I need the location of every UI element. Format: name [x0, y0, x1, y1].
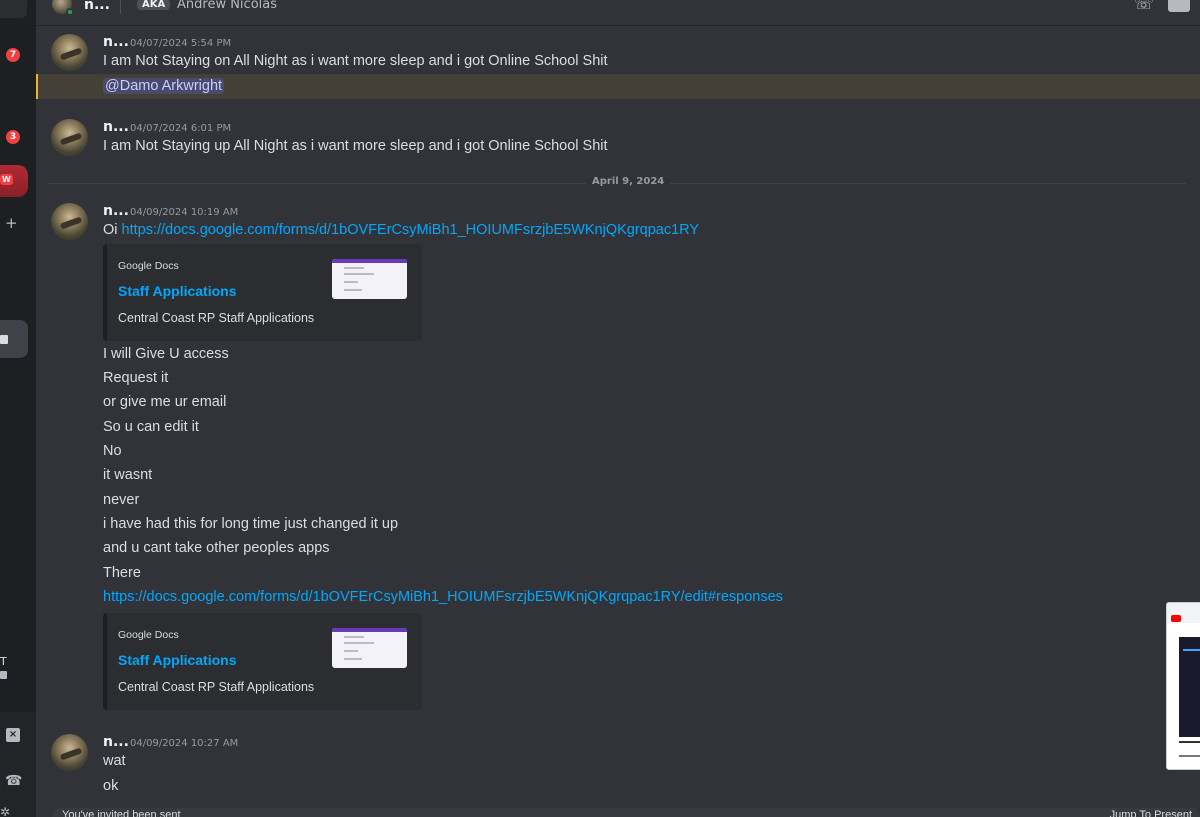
thumbnail-line	[344, 289, 362, 291]
avatar[interactable]	[51, 34, 88, 71]
user-mention[interactable]: @Damo Arkwright	[103, 78, 225, 94]
message-text: or give me ur email	[103, 394, 227, 410]
message-timestamp: 04/07/2024 6:01 PM	[130, 123, 232, 134]
message-text: I am Not Staying on All Night as i want …	[103, 53, 608, 69]
message-link[interactable]: https://docs.google.com/forms/d/1bOVFErC…	[122, 222, 700, 238]
embed-thumbnail[interactable]	[332, 259, 407, 299]
document-icon	[0, 671, 7, 679]
message-text: it wasnt	[103, 467, 153, 483]
new-badge: W	[0, 174, 13, 185]
message-composer[interactable]: You've invited been sent Jump To Present	[52, 808, 1200, 817]
pip-caption	[1179, 755, 1200, 757]
thumbnail-line	[344, 281, 358, 283]
dm-header: n... AKA Andrew Nicolas ☏	[36, 0, 1200, 26]
pip-video-frame[interactable]	[1179, 637, 1200, 737]
message-link[interactable]: https://docs.google.com/forms/d/1bOVFErC…	[103, 589, 783, 605]
unread-badge: 3	[6, 130, 20, 144]
document-icon	[0, 335, 8, 344]
avatar[interactable]	[51, 203, 88, 240]
voice-call-icon[interactable]: ☏	[1134, 0, 1154, 12]
message-text: I am Not Staying up All Night as i want …	[103, 138, 608, 154]
video-call-icon[interactable]	[1168, 0, 1190, 12]
message-timestamp: 04/07/2024 5:54 PM	[130, 38, 232, 49]
dm-username[interactable]: n...	[84, 0, 110, 13]
aka-name: Andrew Nicolas	[177, 0, 277, 12]
pip-caption	[1179, 741, 1200, 743]
embed-description: Central Coast RP Staff Applications	[118, 680, 315, 694]
youtube-icon	[1171, 615, 1181, 622]
thumbnail-line	[344, 650, 358, 652]
avatar[interactable]	[51, 119, 88, 156]
message-text: I will Give U access	[103, 346, 229, 362]
embed-provider[interactable]: Google Docs	[118, 260, 179, 272]
message-author[interactable]: n...	[103, 34, 129, 50]
thumbnail-line	[344, 658, 362, 660]
thumbnail-line	[344, 267, 364, 269]
embed-title[interactable]: Staff Applications	[118, 283, 237, 299]
embed-provider[interactable]: Google Docs	[118, 629, 179, 641]
thumbnail-line	[344, 273, 374, 275]
link-embed: Google Docs Staff Applications Central C…	[103, 613, 422, 710]
header-actions: ☏	[1134, 0, 1190, 12]
message-text: never	[103, 492, 140, 508]
message-author[interactable]: n...	[103, 734, 129, 750]
message-text: @Damo Arkwright	[103, 78, 225, 94]
hang-up-icon[interactable]: ☎	[5, 773, 22, 789]
embed-title[interactable]: Staff Applications	[118, 652, 237, 668]
pip-video-window[interactable]	[1166, 602, 1200, 770]
server-icon-new[interactable]: W	[0, 165, 28, 197]
message-timestamp: 04/09/2024 10:27 AM	[130, 738, 239, 749]
embed-thumbnail[interactable]	[332, 628, 407, 668]
online-status-icon	[66, 8, 74, 16]
gear-icon[interactable]: ✲	[0, 805, 10, 817]
embed-description: Central Coast RP Staff Applications	[118, 311, 315, 325]
composer-notice: You've invited been sent	[62, 809, 181, 817]
unread-badge: 7	[6, 48, 20, 62]
jump-to-present-button[interactable]: Jump To Present	[1110, 809, 1192, 817]
date-divider-label: April 9, 2024	[586, 176, 671, 187]
message-text: No	[103, 443, 122, 459]
rail-label: T	[0, 655, 7, 668]
message-text: and u cant take other peoples apps	[103, 540, 330, 556]
message-text: Request it	[103, 370, 169, 386]
server-rail: 7 3 W + T × ☎ ✲	[0, 0, 36, 817]
message-text: i have had this for long time just chang…	[103, 516, 399, 532]
rail-top-item[interactable]	[0, 0, 27, 18]
message-text: So u can edit it	[103, 419, 199, 435]
message-text: wat	[103, 753, 126, 769]
close-icon[interactable]: ×	[6, 728, 20, 742]
message-text: There	[103, 565, 141, 581]
message-prefix: Oi	[103, 222, 122, 238]
divider	[120, 0, 121, 14]
message-list: n... 04/07/2024 5:54 PM I am Not Staying…	[36, 26, 1200, 808]
link-embed: Google Docs Staff Applications Central C…	[103, 244, 422, 341]
message-text: ok	[103, 778, 119, 794]
thumbnail-line	[344, 636, 364, 638]
message-timestamp: 04/09/2024 10:19 AM	[130, 207, 239, 218]
add-server-icon[interactable]: +	[5, 214, 18, 232]
active-dm-item[interactable]	[0, 320, 28, 358]
thumbnail-line	[344, 642, 374, 644]
message-author[interactable]: n...	[103, 203, 129, 219]
message-text: Oi https://docs.google.com/forms/d/1bOVF…	[103, 222, 699, 238]
aka-tag: AKA	[137, 0, 171, 10]
avatar[interactable]	[51, 734, 88, 771]
message-author[interactable]: n...	[103, 119, 129, 135]
